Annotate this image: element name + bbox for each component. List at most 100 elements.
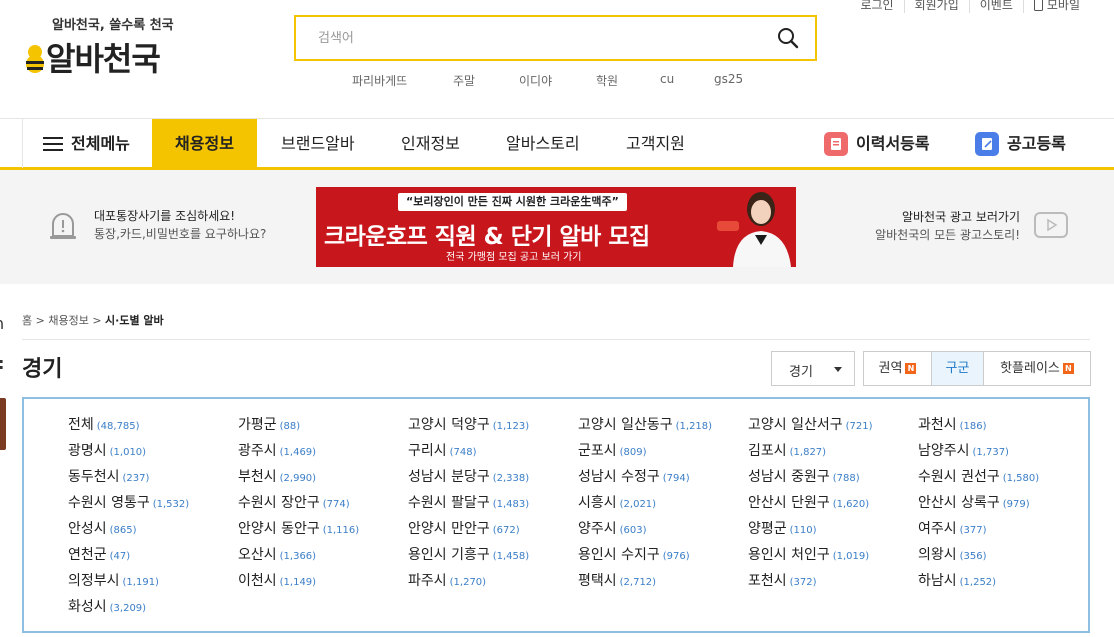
search-input[interactable] [296, 17, 766, 59]
region-link[interactable]: 이천시 (1,149) [238, 570, 316, 590]
tab-area[interactable]: 권역 N [864, 352, 931, 385]
region-link[interactable]: 평택시 (2,712) [578, 570, 656, 590]
region-grid: 전체 (48,785) 가평군 (88) 고양시 덕양구 (1,123) 고양시 일산동구(… [22, 397, 1090, 633]
region-link[interactable]: 수원시 장안구 (774) [238, 492, 350, 512]
tab-hotplace[interactable]: 핫플레이스 N [983, 352, 1090, 385]
resume-register-label: 이력서등록 [856, 134, 930, 153]
breadcrumb-home[interactable]: 홈 [22, 314, 32, 327]
region-name: 가평군 [238, 417, 277, 433]
region-link[interactable]: 양평군 (110) [748, 518, 817, 538]
region-name: 성남시 중원구 [748, 469, 830, 485]
region-link[interactable]: 수원시 권선구 (1,580) [918, 466, 1039, 486]
region-link[interactable]: 포천시 (372) [748, 570, 817, 590]
resume-register-button[interactable]: 이력서등록 [824, 119, 930, 168]
region-link[interactable]: 성남시 수정구 (794) [578, 466, 690, 486]
signup-link[interactable]: 회원가입 [903, 0, 969, 13]
ad-story-link[interactable]: 알바천국 광고 보러가기 알바천국의 모든 광고스토리! [856, 206, 1076, 246]
region-link[interactable]: 시흥시 (2,021) [578, 492, 656, 512]
tab-district[interactable]: 구군 [931, 352, 983, 385]
region-link[interactable]: 용인시 기흥구 (1,458) [408, 544, 529, 564]
region-link[interactable]: 김포시 (1,827) [748, 440, 826, 460]
keyword-link[interactable]: 파리바게뜨 [352, 72, 407, 89]
region-link[interactable]: 고양시 일산서구 (721) [748, 414, 873, 434]
region-job-count: (979) [1002, 499, 1030, 510]
region-link[interactable]: 오산시 (1,366) [238, 544, 316, 564]
nav-item-story[interactable]: 알바스토리 [506, 119, 580, 168]
keyword-link[interactable]: 이디야 [519, 72, 552, 89]
region-link[interactable]: 안양시 만안구 (672) [408, 518, 520, 538]
play-icon [1034, 212, 1068, 238]
region-name: 안양시 동안구 [238, 521, 320, 537]
region-link[interactable]: 화성시 (3,209) [68, 596, 146, 616]
region-name: 의정부시 [68, 573, 120, 589]
region-link[interactable]: 성남시 중원구 (788) [748, 466, 860, 486]
login-label: 로그인 [860, 0, 894, 12]
region-name: 용인시 처인구 [748, 547, 830, 563]
keyword-link[interactable]: 주말 [453, 72, 475, 89]
region-link[interactable]: 광주시 (1,469) [238, 440, 316, 460]
region-name: 과천시 [918, 417, 957, 433]
region-link[interactable]: 안산시 상록구 (979) [918, 492, 1030, 512]
nav-item-talent[interactable]: 인재정보 [401, 119, 460, 168]
region-link[interactable]: 용인시 처인구 (1,019) [748, 544, 869, 564]
region-select[interactable]: 경기 [771, 351, 855, 386]
region-link[interactable]: 구리시 (748) [408, 440, 477, 460]
keyword-link[interactable]: cu [660, 72, 674, 86]
region-link[interactable]: 고양시 일산동구 (1,218) [578, 414, 712, 434]
region-job-count: (748) [449, 447, 477, 458]
region-link[interactable]: 안양시 동안구 (1,116) [238, 518, 359, 538]
region-job-count: (372) [789, 577, 817, 588]
region-name: 안산시 상록구 [918, 495, 1000, 511]
nav-item-brand[interactable]: 브랜드알바 [281, 119, 355, 168]
nav-item-support[interactable]: 고객지원 [626, 119, 685, 168]
region-job-count: (2,712) [619, 577, 657, 588]
ad-banner[interactable]: “보리장인이 만든 진짜 시원한 크라운生맥주” 크라운호프 직원 & 단기 알… [316, 187, 796, 267]
region-link[interactable]: 전체 (48,785) [68, 414, 140, 434]
mobile-link[interactable]: 모바일 [1022, 0, 1090, 13]
side-fragment: : [0, 354, 4, 373]
region-job-count: (2,021) [619, 499, 657, 510]
job-register-button[interactable]: 공고등록 [975, 119, 1066, 168]
region-link[interactable]: 의왕시 (356) [918, 544, 987, 564]
fraud-warning[interactable]: 대포통장사기를 조심하세요! 통장,카드,비밀번호를 요구하나요? [48, 206, 308, 246]
region-job-count: (788) [832, 473, 860, 484]
region-link[interactable]: 의정부시 (1,191) [68, 570, 159, 590]
search-icon[interactable] [777, 27, 799, 49]
region-link[interactable]: 광명시 (1,010) [68, 440, 146, 460]
region-link[interactable]: 동두천시 (237) [68, 466, 149, 486]
region-link[interactable]: 양주시 (603) [578, 518, 647, 538]
region-job-count: (377) [959, 525, 987, 536]
region-job-count: (1,270) [449, 577, 487, 588]
region-name: 이천시 [238, 573, 277, 589]
region-link[interactable]: 부천시 (2,990) [238, 466, 316, 486]
login-link[interactable]: 로그인 [850, 0, 903, 13]
region-link[interactable]: 수원시 팔달구 (1,483) [408, 492, 529, 512]
all-menu-label: 전체메뉴 [71, 134, 130, 153]
keyword-link[interactable]: gs25 [714, 72, 743, 86]
region-link[interactable]: 여주시 (377) [918, 518, 987, 538]
region-link[interactable]: 고양시 덕양구 (1,123) [408, 414, 529, 434]
breadcrumb-jobs[interactable]: 채용정보 [48, 314, 88, 327]
region-link[interactable]: 성남시 분당구 (2,338) [408, 466, 529, 486]
all-menu-button[interactable]: 전체메뉴 [22, 119, 152, 168]
region-link[interactable]: 과천시 (186) [918, 414, 987, 434]
region-link[interactable]: 파주시 (1,270) [408, 570, 486, 590]
region-job-count: (1,191) [122, 577, 159, 588]
region-link[interactable]: 군포시 (809) [578, 440, 647, 460]
region-link[interactable]: 가평군 (88) [238, 414, 300, 434]
region-link[interactable]: 용인시 수지구 (976) [578, 544, 690, 564]
keyword-link[interactable]: 학원 [596, 72, 618, 89]
region-name: 의왕시 [918, 547, 957, 563]
region-link[interactable]: 남양주시 (1,737) [918, 440, 1009, 460]
region-link[interactable]: 수원시 영통구 (1,532) [68, 492, 189, 512]
logo[interactable]: 알바천국, 쓸수록 천국 알바천국 [26, 14, 196, 80]
region-link[interactable]: 하남시 (1,252) [918, 570, 996, 590]
resume-icon [824, 131, 848, 156]
nav-item-jobs[interactable]: 채용정보 [152, 119, 257, 168]
event-link[interactable]: 이벤트 [968, 0, 1023, 13]
region-name: 양평군 [748, 521, 787, 537]
region-link[interactable]: 연천군 (47) [68, 544, 130, 564]
region-link[interactable]: 안성시 (865) [68, 518, 137, 538]
region-job-count: (603) [619, 525, 647, 536]
region-link[interactable]: 안산시 단원구 (1,620) [748, 492, 869, 512]
